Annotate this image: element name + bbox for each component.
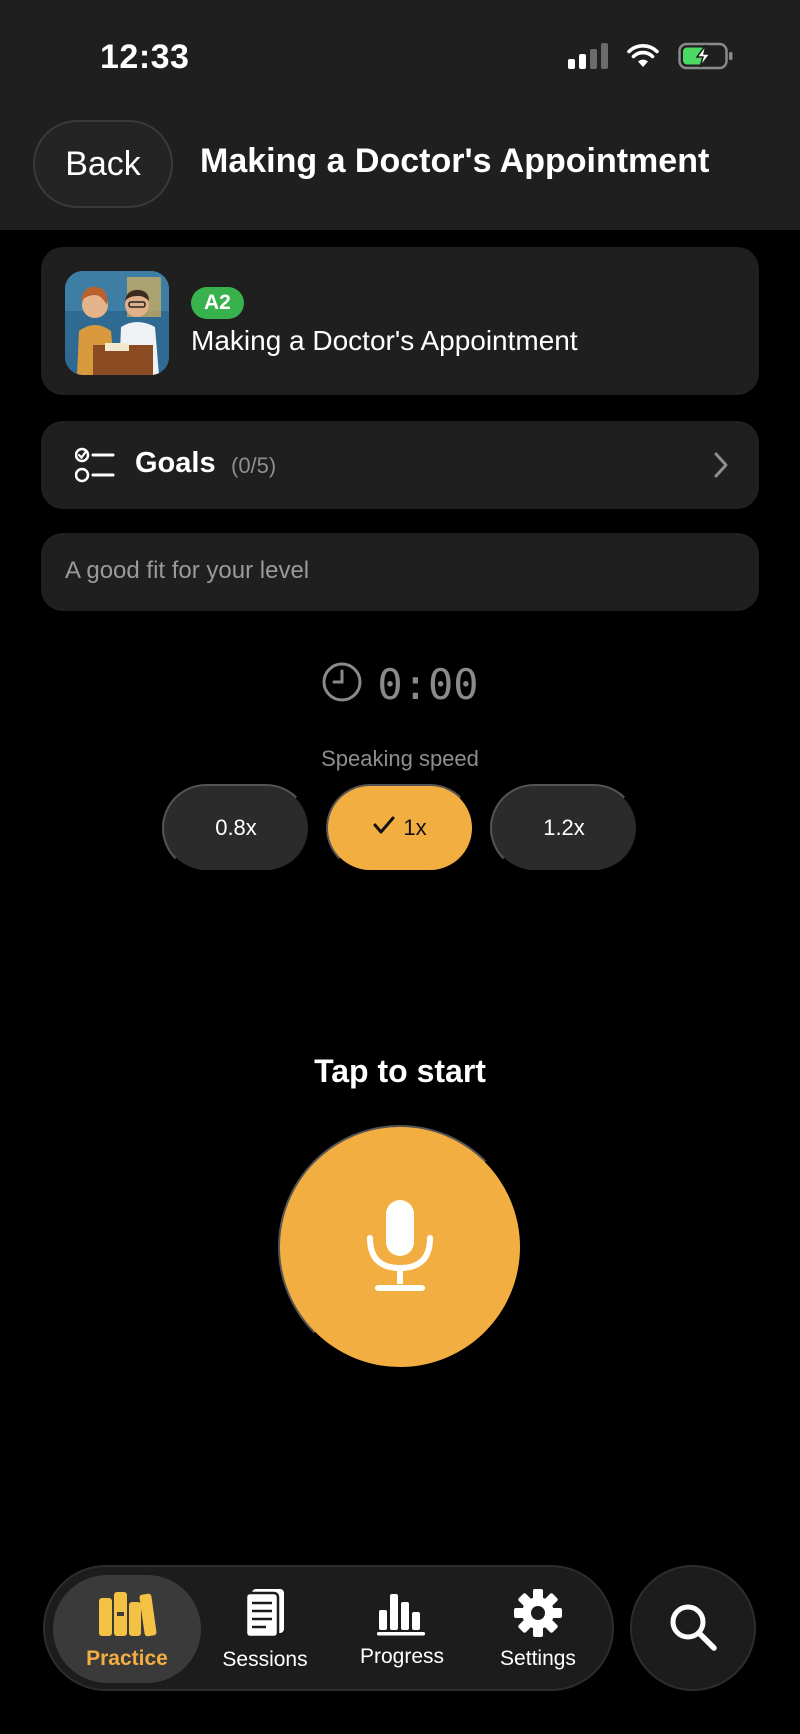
page-title: Making a Doctor's Appointment <box>200 142 710 180</box>
clock-icon <box>321 661 363 708</box>
speed-option-label: 1x <box>403 815 427 840</box>
tab-sessions[interactable]: Sessions <box>191 1575 339 1683</box>
speed-option-1x[interactable]: 1x <box>326 784 474 872</box>
speed-option-label: 0.8x <box>215 815 257 840</box>
goals-count: (0/5) <box>231 453 277 478</box>
chevron-right-icon <box>713 451 729 484</box>
tab-practice[interactable]: Practice <box>53 1575 201 1683</box>
scenario-card: A2 Making a Doctor's Appointment <box>41 247 759 395</box>
speed-label: Speaking speed <box>321 746 479 771</box>
start-prompt: Tap to start <box>314 1053 486 1089</box>
status-icons <box>568 42 734 70</box>
tab-progress[interactable]: Progress <box>328 1575 476 1683</box>
start-recording-button[interactable] <box>278 1125 522 1369</box>
search-icon <box>667 1601 719 1656</box>
timer-value: 0:00 <box>377 660 479 709</box>
status-time: 12:33 <box>100 38 190 76</box>
status-bar: 12:33 <box>0 0 800 110</box>
tab-label: Settings <box>500 1646 576 1670</box>
tab-settings[interactable]: Settings <box>464 1575 612 1683</box>
scenario-title: Making a Doctor's Appointment <box>191 325 578 356</box>
checkmark-icon <box>373 815 395 841</box>
goals-row[interactable]: Goals (0/5) <box>41 421 759 509</box>
session-timer: 0:00 <box>0 660 800 709</box>
back-button[interactable]: Back <box>33 120 173 208</box>
bar-chart-icon <box>375 1590 429 1641</box>
level-badge: A2 <box>191 287 244 319</box>
books-icon <box>97 1588 157 1643</box>
nav-bar: Back Making a Doctor's Appointment <box>0 110 800 210</box>
battery-charging-icon <box>678 42 734 70</box>
hint-text: A good fit for your level <box>65 557 310 584</box>
top-area: 12:33 Back Making a Doctor's Appointment <box>0 0 800 230</box>
search-button[interactable] <box>630 1565 756 1691</box>
wifi-icon <box>626 43 660 69</box>
cellular-signal-icon <box>568 43 608 69</box>
tab-label: Sessions <box>222 1647 308 1671</box>
document-icon <box>242 1587 288 1644</box>
scenario-thumbnail <box>65 271 169 375</box>
goals-label: Goals <box>135 447 216 479</box>
checklist-icon <box>74 447 115 488</box>
speed-option-1.2x[interactable]: 1.2x <box>490 784 638 872</box>
gear-icon <box>513 1588 563 1643</box>
microphone-icon <box>360 1196 440 1299</box>
tab-bar: Practice Sessions Progress Settings <box>43 1565 614 1691</box>
speed-option-label: 1.2x <box>543 815 585 840</box>
speed-selector: 0.8x 1x 1.2x <box>0 784 800 872</box>
tab-label: Practice <box>86 1646 168 1670</box>
speed-option-0.8x[interactable]: 0.8x <box>162 784 310 872</box>
level-hint: A good fit for your level <box>41 533 759 611</box>
tab-label: Progress <box>359 1644 445 1668</box>
